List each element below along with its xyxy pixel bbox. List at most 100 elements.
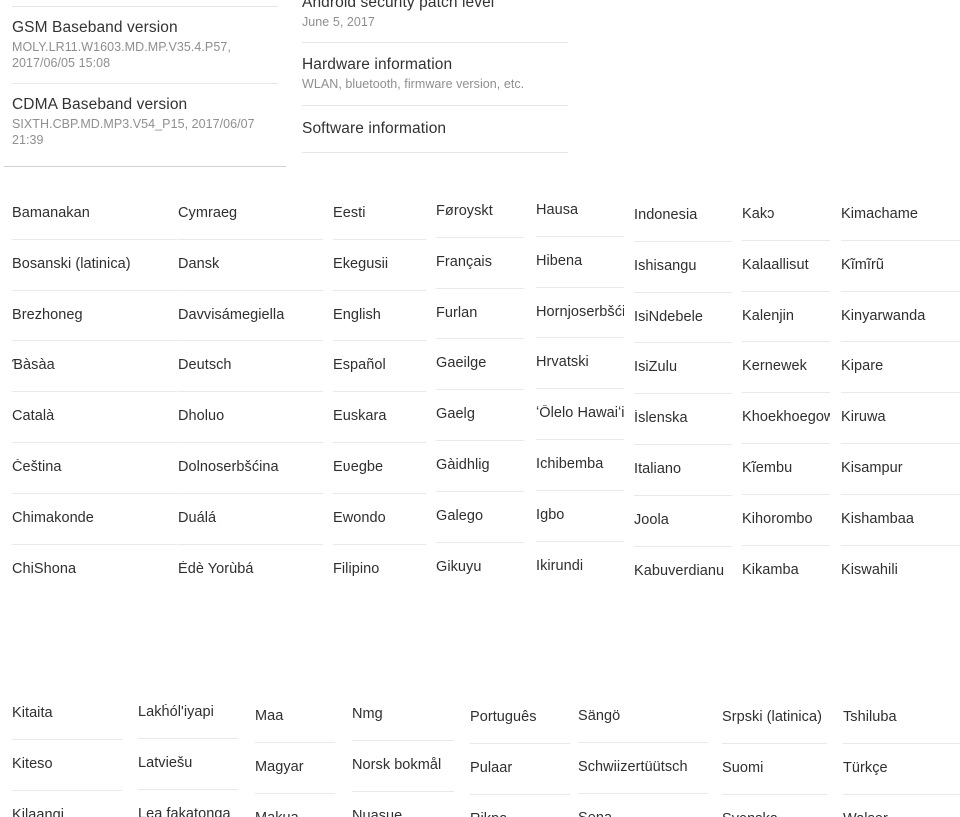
- language-item[interactable]: Kiswahili: [841, 562, 960, 613]
- language-item[interactable]: Dholuo: [178, 408, 323, 459]
- language-item[interactable]: Kinyarwanda: [841, 308, 960, 359]
- language-item[interactable]: Kiteso: [12, 756, 122, 807]
- language-item[interactable]: Deutsch: [178, 357, 323, 408]
- language-item[interactable]: Sena: [578, 810, 708, 817]
- language-item[interactable]: Hibena: [536, 253, 624, 304]
- language-item[interactable]: IsiZulu: [634, 359, 732, 410]
- about-item-software-information[interactable]: Software information: [290, 106, 580, 152]
- language-item[interactable]: Italiano: [634, 461, 732, 512]
- language-item[interactable]: Euskara: [333, 408, 426, 459]
- language-item[interactable]: Kiruwa: [841, 409, 960, 460]
- language-item[interactable]: Kishambaa: [841, 511, 960, 562]
- language-item[interactable]: Filipino: [333, 561, 426, 612]
- language-item[interactable]: Svenska: [722, 811, 827, 817]
- language-item[interactable]: Türkçe: [843, 760, 960, 811]
- language-item[interactable]: Igbo: [536, 507, 624, 558]
- language-item-label: Gaelg: [436, 406, 475, 423]
- language-item[interactable]: Eʋegbe: [333, 459, 426, 510]
- language-item[interactable]: Gaeilge: [436, 355, 524, 406]
- language-item[interactable]: Khoekhoegowab: [742, 409, 830, 460]
- language-item[interactable]: Latviešu: [138, 755, 238, 806]
- language-item[interactable]: Duálá: [178, 510, 323, 561]
- about-item-gsm-baseband[interactable]: GSM Baseband version MOLY.LR11.W1603.MD.…: [0, 7, 290, 83]
- language-item[interactable]: Suomi: [722, 760, 827, 811]
- divider: [536, 235, 624, 237]
- language-item[interactable]: Kisampur: [841, 460, 960, 511]
- language-item[interactable]: Ichibemba: [536, 456, 624, 507]
- language-item[interactable]: Dansk: [178, 256, 323, 307]
- language-item[interactable]: Ewondo: [333, 510, 426, 561]
- language-item[interactable]: Kernewek: [742, 358, 830, 409]
- language-item-label: Kikamba: [742, 561, 799, 578]
- language-item[interactable]: Kabuverdianu: [634, 563, 732, 614]
- language-item[interactable]: Español: [333, 357, 426, 408]
- language-item[interactable]: Ekegusii: [333, 256, 426, 307]
- language-item[interactable]: ChiShona: [12, 561, 177, 612]
- language-item[interactable]: Nmg: [352, 706, 454, 757]
- language-item-label: Kakɔ: [742, 206, 775, 222]
- language-item[interactable]: Kikamba: [742, 562, 830, 613]
- language-item[interactable]: Íslenska: [634, 410, 732, 461]
- language-item[interactable]: Makua: [255, 810, 335, 817]
- language-item[interactable]: Lakȟól'iyapi: [138, 704, 238, 755]
- language-item[interactable]: Davvisámegiella: [178, 307, 323, 358]
- language-item[interactable]: Srpski (latinica): [722, 709, 827, 760]
- language-item[interactable]: Português: [470, 709, 570, 760]
- language-item[interactable]: Bamanakan: [12, 205, 177, 256]
- language-item[interactable]: Rikpa: [470, 811, 570, 817]
- language-item[interactable]: Kĩmĩrũ: [841, 257, 960, 308]
- language-item[interactable]: Lea fakatonga: [138, 806, 238, 817]
- language-item[interactable]: Magyar: [255, 759, 335, 810]
- language-item[interactable]: Maa: [255, 708, 335, 759]
- language-item[interactable]: Kihorombo: [742, 511, 830, 562]
- language-item[interactable]: Pulaar: [470, 760, 570, 811]
- language-item[interactable]: Nuasue: [352, 808, 454, 817]
- language-item[interactable]: Hausa: [536, 202, 624, 253]
- language-item[interactable]: ʻŌlelo Hawaiʻi: [536, 405, 624, 456]
- language-item[interactable]: Gaelg: [436, 406, 524, 457]
- about-item-hardware-information[interactable]: Hardware information WLAN, bluetooth, fi…: [290, 43, 580, 105]
- language-item[interactable]: Walser: [843, 811, 960, 817]
- language-item[interactable]: Français: [436, 254, 524, 305]
- language-item-label: Indonesia: [634, 207, 698, 223]
- language-item[interactable]: Galego: [436, 508, 524, 559]
- language-item[interactable]: Eesti: [333, 205, 426, 256]
- language-item[interactable]: Gikuyu: [436, 559, 524, 610]
- language-item[interactable]: Català: [12, 408, 177, 459]
- language-item[interactable]: Brezhoneg: [12, 307, 177, 358]
- language-item[interactable]: Hrvatski: [536, 354, 624, 405]
- language-item[interactable]: Ishisangu: [634, 258, 732, 309]
- language-item[interactable]: Ikirundi: [536, 558, 624, 609]
- language-item[interactable]: Kalaallisut: [742, 257, 830, 308]
- language-item[interactable]: Furlan: [436, 305, 524, 356]
- language-item-label: Kipare: [841, 358, 884, 375]
- language-item[interactable]: Kakɔ: [742, 206, 830, 257]
- language-item[interactable]: Ɓàsàa: [12, 357, 177, 408]
- language-item[interactable]: Kĩembu: [742, 460, 830, 511]
- language-item[interactable]: Gàidhlig: [436, 457, 524, 508]
- language-item[interactable]: Føroyskt: [436, 203, 524, 254]
- language-item[interactable]: Joola: [634, 512, 732, 563]
- language-item[interactable]: English: [333, 307, 426, 358]
- language-item-label: Srpski (latinica): [722, 709, 822, 725]
- language-item[interactable]: Kipare: [841, 358, 960, 409]
- language-item[interactable]: Èdè Yorùbá: [178, 561, 323, 612]
- language-item[interactable]: Chimakonde: [12, 510, 177, 561]
- language-item[interactable]: Kimachame: [841, 206, 960, 257]
- language-item[interactable]: Indonesia: [634, 207, 732, 258]
- language-item[interactable]: Hornjoserbšćina: [536, 304, 624, 355]
- about-item-cdma-baseband[interactable]: CDMA Baseband version SIXTH.CBP.MD.MP3.V…: [0, 84, 290, 160]
- language-item[interactable]: Dolnoserbšćina: [178, 459, 323, 510]
- language-item[interactable]: Norsk bokmål: [352, 757, 454, 808]
- language-item[interactable]: Cymraeg: [178, 205, 323, 256]
- language-item[interactable]: Sängö: [578, 708, 708, 759]
- language-item[interactable]: Schwiizertüütsch: [578, 759, 708, 810]
- language-item[interactable]: Kalenjin: [742, 308, 830, 359]
- language-item[interactable]: Bosanski (latinica): [12, 256, 177, 307]
- language-item[interactable]: Kilaangi: [12, 807, 122, 817]
- about-item-security-patch[interactable]: Android security patch level June 5, 201…: [290, 0, 580, 42]
- language-item[interactable]: Kitaita: [12, 705, 122, 756]
- language-item[interactable]: IsiNdebele: [634, 309, 732, 360]
- language-item[interactable]: Tshiluba: [843, 709, 960, 760]
- language-item[interactable]: Čeština: [12, 459, 177, 510]
